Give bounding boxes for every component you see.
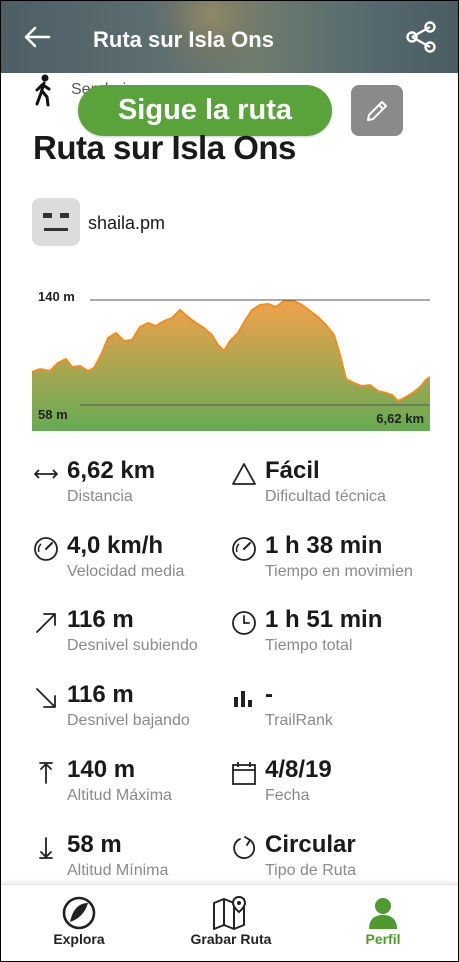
stat-value: 116 m — [67, 606, 134, 633]
stat-label: TrailRank — [265, 712, 333, 729]
elevation-down-icon — [36, 688, 56, 708]
stat-value: 140 m — [67, 756, 136, 783]
trailrank-icon — [234, 691, 252, 707]
avatar[interactable] — [32, 198, 80, 246]
share-icon — [406, 21, 436, 53]
username[interactable]: shaila.pm — [88, 213, 165, 234]
elevation-area — [32, 301, 430, 431]
calendar-icon — [232, 762, 256, 785]
stat-value: - — [265, 681, 273, 708]
nav-profile[interactable]: Perfil — [341, 885, 425, 961]
difficulty-icon — [232, 463, 256, 485]
explore-icon — [62, 896, 96, 930]
elevation-up-icon — [36, 613, 56, 633]
nav-record-label: Grabar Ruta — [190, 931, 272, 947]
stat-label: Velocidad media — [67, 563, 185, 580]
avatar-eye — [60, 213, 69, 218]
stat-value: 116 m — [67, 681, 134, 708]
bottom-nav: Explora Grabar Ruta Perfil — [1, 884, 458, 961]
circular-route-icon — [233, 836, 255, 859]
nav-record-route[interactable]: Grabar Ruta — [176, 885, 286, 961]
stat-value: 1 h 38 min — [265, 532, 383, 559]
stat-value: Fácil — [265, 457, 320, 484]
stat-label: Altitud Mínima — [67, 862, 169, 879]
map-pin-icon — [213, 895, 247, 930]
share-button[interactable] — [403, 19, 439, 55]
nav-explore[interactable]: Explora — [27, 885, 131, 961]
back-button[interactable] — [17, 19, 57, 55]
stat-label: Fecha — [265, 787, 310, 804]
header-bar: Ruta sur Isla Ons — [1, 1, 458, 73]
speedometer-icon — [34, 537, 58, 561]
stat-value: 4/8/19 — [265, 756, 332, 783]
route-title: Ruta sur Isla Ons — [33, 129, 296, 166]
distance-axis-label: 6,62 km — [376, 411, 424, 426]
avatar-mouth — [44, 228, 68, 231]
max-elevation-label: 140 m — [38, 289, 75, 304]
stat-value: 1 h 51 min — [265, 606, 383, 633]
stat-label: Desnivel bajando — [67, 712, 190, 729]
header-title: Ruta sur Isla Ons — [93, 27, 274, 52]
clock-icon — [232, 611, 256, 635]
stat-label: Tiempo total — [265, 637, 353, 654]
min-elevation-label: 58 m — [38, 407, 68, 422]
stat-label: Tipo de Ruta — [265, 862, 357, 879]
stat-value: 4,0 km/h — [67, 532, 164, 559]
min-altitude-icon — [39, 837, 53, 859]
stat-label: Altitud Máxima — [67, 787, 172, 804]
arrow-left-icon — [24, 26, 51, 48]
edit-button[interactable] — [351, 85, 403, 136]
app-frame: Ruta sur Isla Ons Senderismo Sigue la ru… — [0, 0, 459, 962]
avatar-eye — [43, 213, 52, 218]
stat-label: Tiempo en movimien — [265, 563, 413, 580]
elevation-chart[interactable]: 140 m 58 m 6,62 km — [32, 283, 430, 431]
stat-label: Dificultad técnica — [265, 488, 386, 505]
stat-label: Distancia — [67, 488, 133, 505]
nav-explore-label: Explora — [53, 931, 105, 947]
moving-time-icon — [232, 537, 256, 561]
hiker-icon — [35, 74, 51, 107]
stat-label: Desnivel subiendo — [67, 637, 198, 654]
distance-icon — [34, 469, 58, 479]
stat-value: Circular — [265, 831, 356, 858]
max-altitude-icon — [39, 762, 53, 784]
nav-profile-label: Perfil — [365, 931, 401, 947]
stat-value: 58 m — [67, 831, 122, 858]
user-icon — [369, 898, 397, 929]
stat-value: 6,62 km — [67, 457, 156, 484]
pencil-icon — [367, 100, 387, 121]
